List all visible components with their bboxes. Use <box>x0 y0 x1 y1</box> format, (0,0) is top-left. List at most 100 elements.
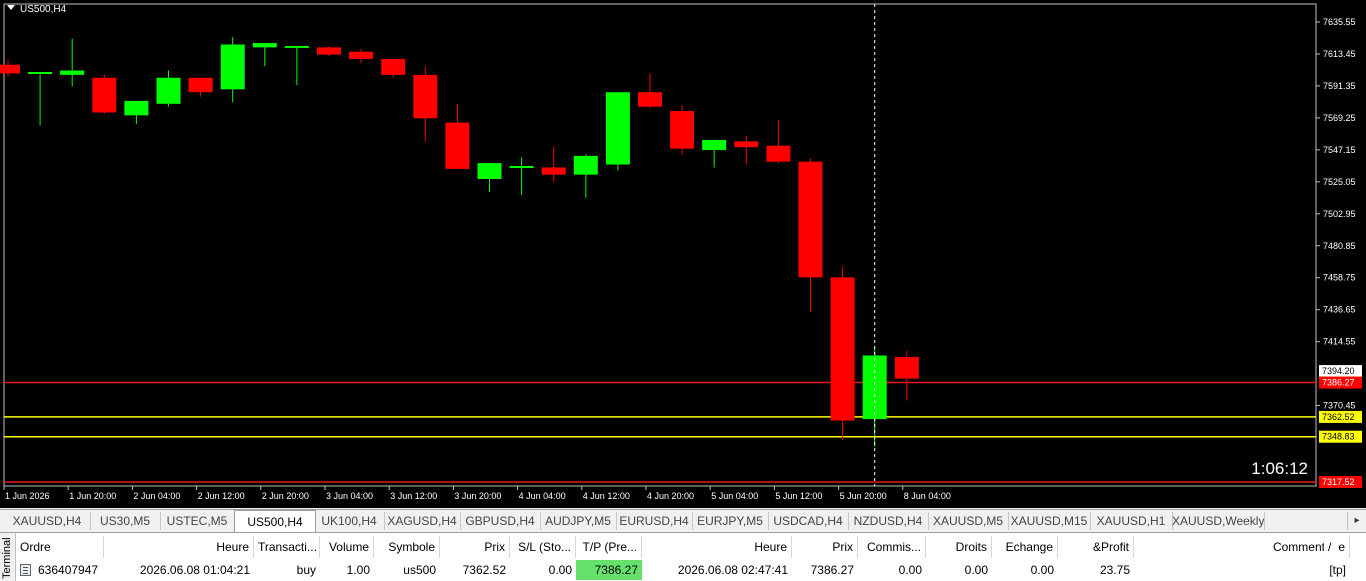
table-cell: 7362.52 <box>462 563 506 577</box>
chart-tab-us30-m5[interactable]: US30,M5 <box>90 512 161 530</box>
bear-candle <box>413 74 438 119</box>
time-axis-label: 4 Jun 20:00 <box>647 491 694 501</box>
time-axis-label: 8 Jun 04:00 <box>904 491 951 501</box>
column-header[interactable]: &Profit <box>1058 536 1134 558</box>
column-header[interactable]: T/P (Pre... <box>576 536 642 558</box>
bull-candle <box>573 155 598 175</box>
time-axis-label: 2 Jun 04:00 <box>133 491 180 501</box>
bull-candle <box>60 70 85 75</box>
terminal-side-label[interactable]: Terminal <box>0 533 16 581</box>
bull-candle <box>156 77 181 104</box>
bear-candle <box>638 92 662 107</box>
collapse-icon[interactable] <box>7 5 15 10</box>
chart-tab-eurjpy-m5[interactable]: EURJPY,M5 <box>692 512 769 530</box>
price-axis-label: 7613.45 <box>1323 49 1356 59</box>
bear-candle <box>734 141 759 148</box>
price-tag-label: 7362.52 <box>1322 412 1355 422</box>
table-cell: 0.00 <box>964 563 988 577</box>
price-axis-label: 7525.05 <box>1323 177 1356 187</box>
sort-indicator-icon: / <box>1324 536 1338 558</box>
time-axis-label: 1 Jun 2026 <box>5 491 50 501</box>
time-axis-label: 4 Jun 12:00 <box>583 491 630 501</box>
chart-tab-gbpusd-h4[interactable]: GBPUSD,H4 <box>460 512 541 530</box>
bear-candle <box>349 51 374 59</box>
column-header[interactable]: Ordre <box>16 536 104 558</box>
chart-tab-xauusd-h4[interactable]: XAUUSD,H4 <box>4 512 91 530</box>
bear-candle <box>670 111 695 149</box>
chart-tab-xauusd-m15[interactable]: XAUUSD,M15 <box>1008 512 1091 530</box>
column-header[interactable]: Symbole <box>374 536 440 558</box>
column-header[interactable]: S/L (Sto... <box>510 536 576 558</box>
time-axis-label: 2 Jun 20:00 <box>262 491 309 501</box>
price-axis-label: 7547.15 <box>1323 145 1356 155</box>
bear-candle <box>381 58 406 75</box>
chart-area[interactable]: 7635.55 7613.45 7591.35 7569.25 7547.15 7525.… <box>0 0 1366 508</box>
table-cell: 7386.27 <box>810 563 854 577</box>
bull-candle <box>220 44 245 90</box>
bear-candle <box>798 161 823 278</box>
column-header[interactable]: Volume <box>320 536 374 558</box>
time-axis-label: 5 Jun 20:00 <box>840 491 887 501</box>
bull-candle <box>252 43 277 48</box>
chart-tab-xagusd-h4[interactable]: XAGUSD,H4 <box>384 512 461 530</box>
column-header[interactable]: Droits <box>926 536 992 558</box>
chart-tab-us500-h4[interactable]: US500,H4 <box>234 510 316 532</box>
table-cell: 1.00 <box>346 563 370 577</box>
column-header[interactable]: Heure <box>104 536 254 558</box>
bear-candle <box>317 47 341 55</box>
chart-tab-xauusd-h1[interactable]: XAUUSD,H1 <box>1090 512 1173 530</box>
bear-candle <box>92 77 117 113</box>
chart-tab-audjpy-m5[interactable]: AUDJPY,M5 <box>540 512 617 530</box>
bull-candle <box>509 165 534 168</box>
time-axis-label: 4 Jun 04:00 <box>519 491 566 501</box>
column-header[interactable]: Echange <box>992 536 1058 558</box>
bull-candle <box>605 92 630 165</box>
price-axis-label: 7370.45 <box>1323 400 1356 410</box>
price-axis-label: 7458.75 <box>1323 273 1356 283</box>
chart-tab-ustec-m5[interactable]: USTEC,M5 <box>160 512 235 530</box>
column-header[interactable]: Heure <box>642 536 792 558</box>
table-cell: 23.75 <box>1099 563 1130 577</box>
table-cell: 0.00 <box>1030 563 1054 577</box>
bull-candle <box>28 71 53 74</box>
price-axis-label: 7480.85 <box>1323 241 1356 251</box>
terminal-side-label-text: Terminal <box>1 537 13 579</box>
bear-candle <box>766 145 791 162</box>
time-axis-label: 3 Jun 04:00 <box>326 491 373 501</box>
time-axis-label: 3 Jun 12:00 <box>390 491 437 501</box>
column-header[interactable]: Prix <box>440 536 510 558</box>
chart-tab-usdcad-h4[interactable]: USDCAD,H4 <box>768 512 849 530</box>
price-axis-label: 7591.35 <box>1323 81 1356 91</box>
column-header[interactable]: Prix <box>792 536 858 558</box>
candlestick-chart[interactable]: 7635.55 7613.45 7591.35 7569.25 7547.15 7525.… <box>0 0 1366 508</box>
table-cell: 2026.06.08 02:47:41 <box>677 563 788 577</box>
plot-frame <box>3 3 1317 487</box>
table-cell: 0.00 <box>898 563 922 577</box>
time-axis-label: 5 Jun 12:00 <box>775 491 822 501</box>
table-cell: buy <box>296 563 316 577</box>
price-tag-label: 7386.27 <box>1322 378 1355 388</box>
bear-candle <box>0 64 20 74</box>
chart-tab-xauusd-m5[interactable]: XAUUSD,M5 <box>928 512 1009 530</box>
bull-candle <box>284 45 309 48</box>
bull-candle <box>124 100 149 116</box>
time-axis-label: 5 Jun 04:00 <box>711 491 758 501</box>
order-document-icon <box>20 564 31 576</box>
column-header[interactable]: Transacti... <box>254 536 320 558</box>
tab-scroll-arrow-icon[interactable]: ▸ <box>1347 512 1366 530</box>
chart-tab-eurusd-h4[interactable]: EURUSD,H4 <box>616 512 693 530</box>
column-header[interactable]: Commentaire <box>1134 536 1350 558</box>
price-axis-label: 7436.65 <box>1323 305 1356 315</box>
chart-tab-uk100-h4[interactable]: UK100,H4 <box>314 512 385 530</box>
price-axis-label: 7502.95 <box>1323 209 1356 219</box>
table-cell: [tp] <box>1329 563 1346 577</box>
chart-tab-nzdusd-h4[interactable]: NZDUSD,H4 <box>848 512 929 530</box>
bear-candle <box>541 167 566 175</box>
table-cell: 7386.27 <box>576 560 642 580</box>
candle-timer: 1:06:12 <box>1251 459 1308 478</box>
terminal-panel: Terminal Ordre 636407947 Heure 2026.06.08 0… <box>0 532 1366 581</box>
chart-tab-xauusd-weekly[interactable]: XAUUSD,Weekly <box>1172 512 1265 530</box>
price-axis-label: 7635.55 <box>1323 17 1356 27</box>
table-cell: 0.00 <box>548 563 572 577</box>
column-header[interactable]: Commis... <box>858 536 926 558</box>
